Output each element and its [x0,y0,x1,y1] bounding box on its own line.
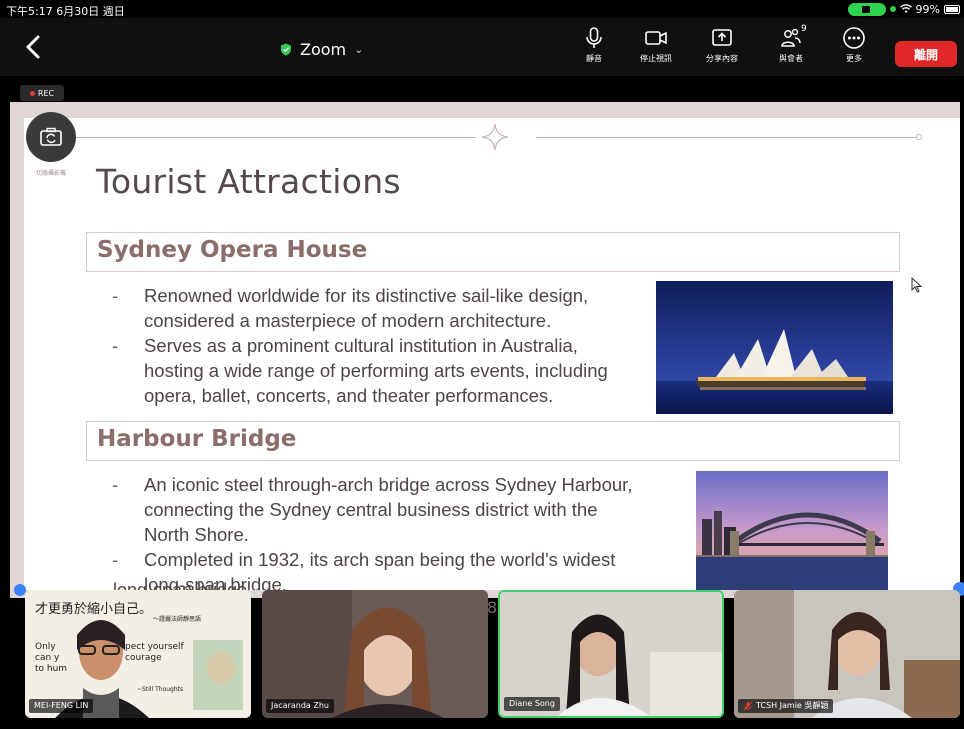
participant-name-text: Diane Song [509,699,555,708]
more-icon [843,27,865,49]
virtual-bg-quote-en-source: ~Still Thoughts [137,686,184,693]
bullet-item: - Renowned worldwide for its distinctive… [112,283,608,333]
bullet-line: opera, ballet, concerts, and theater per… [144,385,554,406]
decor-dot [916,134,922,140]
bullet-line: Renowned worldwide for its distinctive s… [144,285,589,306]
mouse-cursor-icon [911,277,923,293]
bullet-line: An iconic steel through-arch bridge acro… [144,474,633,495]
chevron-down-icon: ⌄ [354,43,364,56]
muted-microphone-icon [743,701,753,711]
recording-label: REC [37,88,55,98]
recording-strip: REC [0,76,964,104]
section-heading: Sydney Opera House [97,237,368,263]
section-heading-box: Sydney Opera House [86,232,900,272]
camera-in-use-icon [847,2,886,16]
video-camera-icon [645,31,667,45]
participant-name-text: Jacaranda Zhu [271,701,329,710]
virtual-bg-quote-en-right: pect yourself courage [125,642,184,664]
opera-house-photo [656,281,893,414]
mute-button[interactable]: 靜音 [564,26,624,70]
bullet-item: - Serves as a prominent cultural institu… [112,333,608,408]
participants-button[interactable]: 9 與會者 [761,24,821,70]
video-tile-active-speaker[interactable]: Diane Song [498,590,724,718]
section-heading-box: Harbour Bridge [86,421,900,461]
wifi-icon [899,4,912,13]
virtual-bg-quote-en: Only can y to hum [35,642,67,675]
bullet-dash: - [112,474,119,495]
bullet-line: North Shore. [144,524,249,545]
bullet-dash: - [112,285,119,306]
bullet-line: considered a masterpiece of modern archi… [144,310,552,331]
battery-percent: 99% [915,2,940,16]
quote-line: pect yourself [125,642,184,652]
bullet-line: hosting a wide range of performing arts … [144,360,608,381]
participants-icon [781,28,801,47]
video-tile[interactable]: Jacaranda Zhu [262,590,488,718]
stop-video-button[interactable]: 停止視訊 [626,26,686,70]
slide-title: Tourist Attractions [96,162,401,201]
participant-name-text: TCSH Jamie 吳靜穎 [756,701,829,710]
bullet-line: Serves as a prominent cultural instituti… [144,335,578,356]
microphone-icon [586,27,602,48]
status-time: 下午5:17 6月30日 週日 [6,5,125,18]
participants-label: 與會者 [779,54,803,63]
share-screen-icon [712,29,732,46]
bullet-line: connecting the Sydney central business d… [144,499,598,520]
leave-meeting-button[interactable]: 離開 [895,41,957,67]
participants-count: 9 [801,24,807,34]
participant-name-text: MEI-FENG LIN [34,701,89,710]
meeting-toolbar: Zoom ⌄ 靜音 停止視訊 分享內容 9 與會者 更多 離開 [0,18,964,76]
camera-flip-icon [40,127,62,146]
shield-check-icon [281,43,291,56]
bullet-list: - Renowned worldwide for its distinctive… [112,283,608,408]
more-button[interactable]: 更多 [824,26,884,70]
status-bar: 下午5:17 6月30日 週日 99% [0,0,964,18]
status-indicators: 99% [847,2,960,16]
virtual-bg-quote-cn-source: ～證嚴法師靜思語 [153,616,202,623]
participant-name: MEI-FENG LIN [29,699,94,713]
decor-line [536,137,918,138]
shared-slide[interactable]: Tourist Attractions Sydney Opera House -… [24,118,960,590]
harbour-bridge-photo [696,471,888,590]
meeting-info-button[interactable]: Zoom ⌄ [280,40,363,59]
quote-line: can y [35,653,60,663]
bullet-line: Completed in 1932, its arch span being t… [144,549,616,570]
battery-icon [944,4,960,14]
switch-camera-button[interactable] [26,112,76,162]
quote-line: Only [35,642,56,652]
mute-label: 靜音 [586,54,602,63]
share-content-label: 分享內容 [706,54,738,63]
video-tile[interactable]: TCSH Jamie 吳靜穎 [734,590,960,718]
zoom-meeting-screen: 下午5:17 6月30日 週日 99% Zoom ⌄ 靜音 停止視訊 分享內容 … [0,0,964,729]
quote-line: to hum [35,664,68,674]
recording-badge: REC [20,85,64,101]
bullet-item: - An iconic steel through-arch bridge ac… [112,472,632,547]
virtual-bg-quote-cn: 才更勇於縮小自己。 [35,602,153,617]
switch-camera-label: 切換攝影機 [35,170,66,177]
quote-line: courage [125,653,162,663]
participant-name: Diane Song [504,697,560,711]
stop-video-label: 停止視訊 [640,54,672,63]
section-heading: Harbour Bridge [97,426,297,452]
slide-page-number: 8 [487,598,498,617]
participant-name: TCSH Jamie 吳靜穎 [738,699,834,713]
video-tile[interactable]: 才更勇於縮小自己。 ～證嚴法師靜思語 Only can y to hum pec… [25,590,251,718]
participant-name: Jacaranda Zhu [266,699,334,713]
decor-line [76,137,476,138]
more-label: 更多 [846,54,862,63]
bullet-list: - An iconic steel through-arch bridge ac… [112,472,632,590]
recording-dot-icon [29,90,35,96]
back-chevron-icon[interactable] [22,34,46,60]
privacy-dot-icon [889,6,896,12]
meeting-name: Zoom [300,40,347,59]
sparkle-star-icon [481,123,509,151]
bullet-dash: - [112,335,119,356]
share-content-button[interactable]: 分享內容 [692,26,752,70]
